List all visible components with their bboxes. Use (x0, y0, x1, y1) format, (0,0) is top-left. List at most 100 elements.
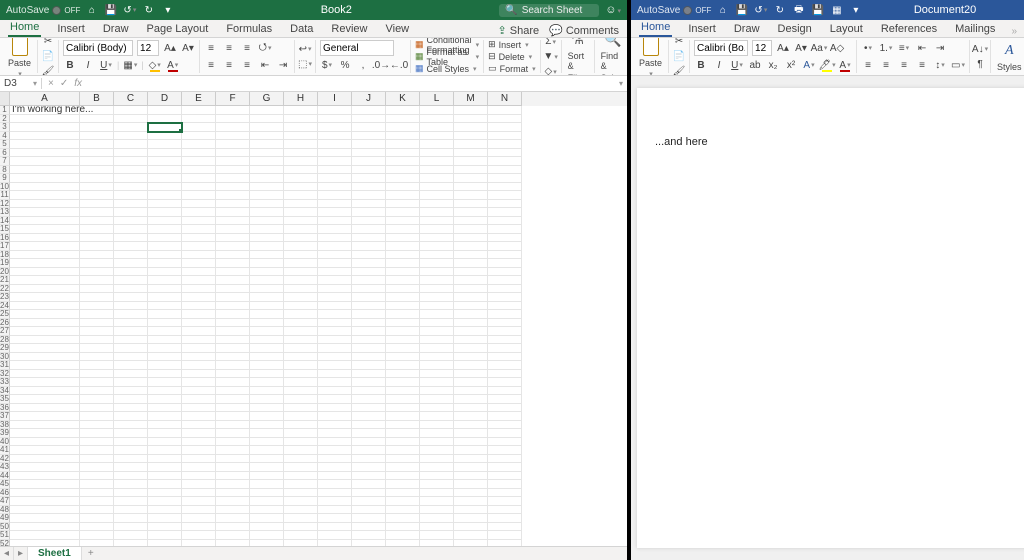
cell[interactable] (148, 242, 182, 251)
cell[interactable] (318, 166, 352, 175)
cell[interactable] (454, 463, 488, 472)
cell[interactable] (182, 421, 216, 430)
cell[interactable] (10, 523, 80, 532)
cell[interactable] (182, 531, 216, 540)
cell[interactable] (216, 412, 250, 421)
cell[interactable] (488, 344, 522, 353)
cell[interactable] (10, 191, 80, 200)
cell[interactable] (386, 293, 420, 302)
cell[interactable] (114, 276, 148, 285)
cell[interactable] (250, 208, 284, 217)
cell[interactable] (454, 446, 488, 455)
cell[interactable] (488, 531, 522, 540)
cell[interactable] (182, 455, 216, 464)
cell[interactable] (80, 276, 114, 285)
cell[interactable] (352, 336, 386, 345)
cell[interactable] (420, 310, 454, 319)
cell[interactable] (420, 370, 454, 379)
tab-insert[interactable]: Insert (686, 21, 718, 37)
cell[interactable] (216, 268, 250, 277)
cell[interactable] (284, 523, 318, 532)
cell[interactable] (80, 115, 114, 124)
cell[interactable] (80, 421, 114, 430)
justify-icon[interactable]: ≡ (915, 58, 929, 72)
cell[interactable] (250, 336, 284, 345)
show-marks-icon[interactable]: ¶ (973, 57, 987, 71)
cell[interactable] (352, 115, 386, 124)
cell[interactable] (80, 378, 114, 387)
cell[interactable] (216, 514, 250, 523)
enter-formula-icon[interactable]: ✓ (60, 78, 68, 89)
cell[interactable] (488, 200, 522, 209)
cell[interactable] (80, 234, 114, 243)
select-all-corner[interactable] (0, 92, 10, 106)
cell[interactable] (420, 480, 454, 489)
cell[interactable] (10, 115, 80, 124)
superscript-icon[interactable]: x² (784, 58, 798, 72)
cell[interactable] (250, 157, 284, 166)
cell[interactable] (10, 412, 80, 421)
cell[interactable] (420, 140, 454, 149)
cell[interactable] (10, 446, 80, 455)
cell[interactable] (454, 489, 488, 498)
cell[interactable] (10, 327, 80, 336)
cell[interactable]: I'm working here... (10, 106, 80, 115)
cell[interactable] (284, 302, 318, 311)
font-name-combo[interactable] (694, 40, 748, 56)
cell[interactable] (250, 234, 284, 243)
cell[interactable] (182, 370, 216, 379)
cell[interactable] (250, 132, 284, 141)
italic-button[interactable]: I (81, 58, 95, 72)
cell[interactable] (80, 285, 114, 294)
cell[interactable] (80, 506, 114, 515)
cell[interactable] (148, 132, 182, 141)
multilevel-icon[interactable]: ≡ (897, 41, 911, 55)
cell[interactable] (386, 319, 420, 328)
cell[interactable] (420, 361, 454, 370)
cell[interactable] (488, 115, 522, 124)
cell[interactable] (10, 404, 80, 413)
cell[interactable] (182, 166, 216, 175)
cell[interactable] (318, 310, 352, 319)
cell[interactable] (148, 225, 182, 234)
cell[interactable] (284, 514, 318, 523)
cell[interactable] (182, 387, 216, 396)
cell[interactable] (488, 302, 522, 311)
add-sheet-button[interactable]: + (82, 547, 100, 560)
cell[interactable] (454, 412, 488, 421)
underline-button[interactable]: U (99, 58, 113, 72)
cell[interactable] (352, 446, 386, 455)
cell[interactable] (318, 123, 352, 132)
cell[interactable] (454, 157, 488, 166)
cell[interactable] (216, 446, 250, 455)
font-name-combo[interactable] (63, 40, 133, 56)
cell[interactable] (148, 191, 182, 200)
cell[interactable] (352, 429, 386, 438)
cell[interactable] (148, 489, 182, 498)
cell[interactable] (352, 327, 386, 336)
extra-icon[interactable]: ▦ (831, 5, 842, 16)
cell[interactable] (182, 217, 216, 226)
col-header-L[interactable]: L (420, 92, 454, 106)
cell[interactable] (216, 455, 250, 464)
cell[interactable] (250, 412, 284, 421)
increase-font-icon[interactable]: A▴ (163, 41, 177, 55)
cell[interactable] (454, 378, 488, 387)
cell[interactable] (352, 421, 386, 430)
cell[interactable] (420, 421, 454, 430)
border-icon[interactable]: ▦ (123, 58, 137, 72)
cell[interactable] (182, 140, 216, 149)
cell[interactable] (352, 361, 386, 370)
cell[interactable] (318, 302, 352, 311)
cell[interactable] (148, 310, 182, 319)
cell[interactable] (10, 353, 80, 362)
font-color-icon[interactable]: A (166, 58, 180, 72)
cell[interactable] (386, 251, 420, 260)
cell[interactable] (488, 421, 522, 430)
italic-button[interactable]: I (712, 58, 726, 72)
cell[interactable] (216, 251, 250, 260)
cell[interactable] (216, 132, 250, 141)
cell[interactable] (80, 183, 114, 192)
cell[interactable] (216, 191, 250, 200)
cell[interactable] (454, 191, 488, 200)
